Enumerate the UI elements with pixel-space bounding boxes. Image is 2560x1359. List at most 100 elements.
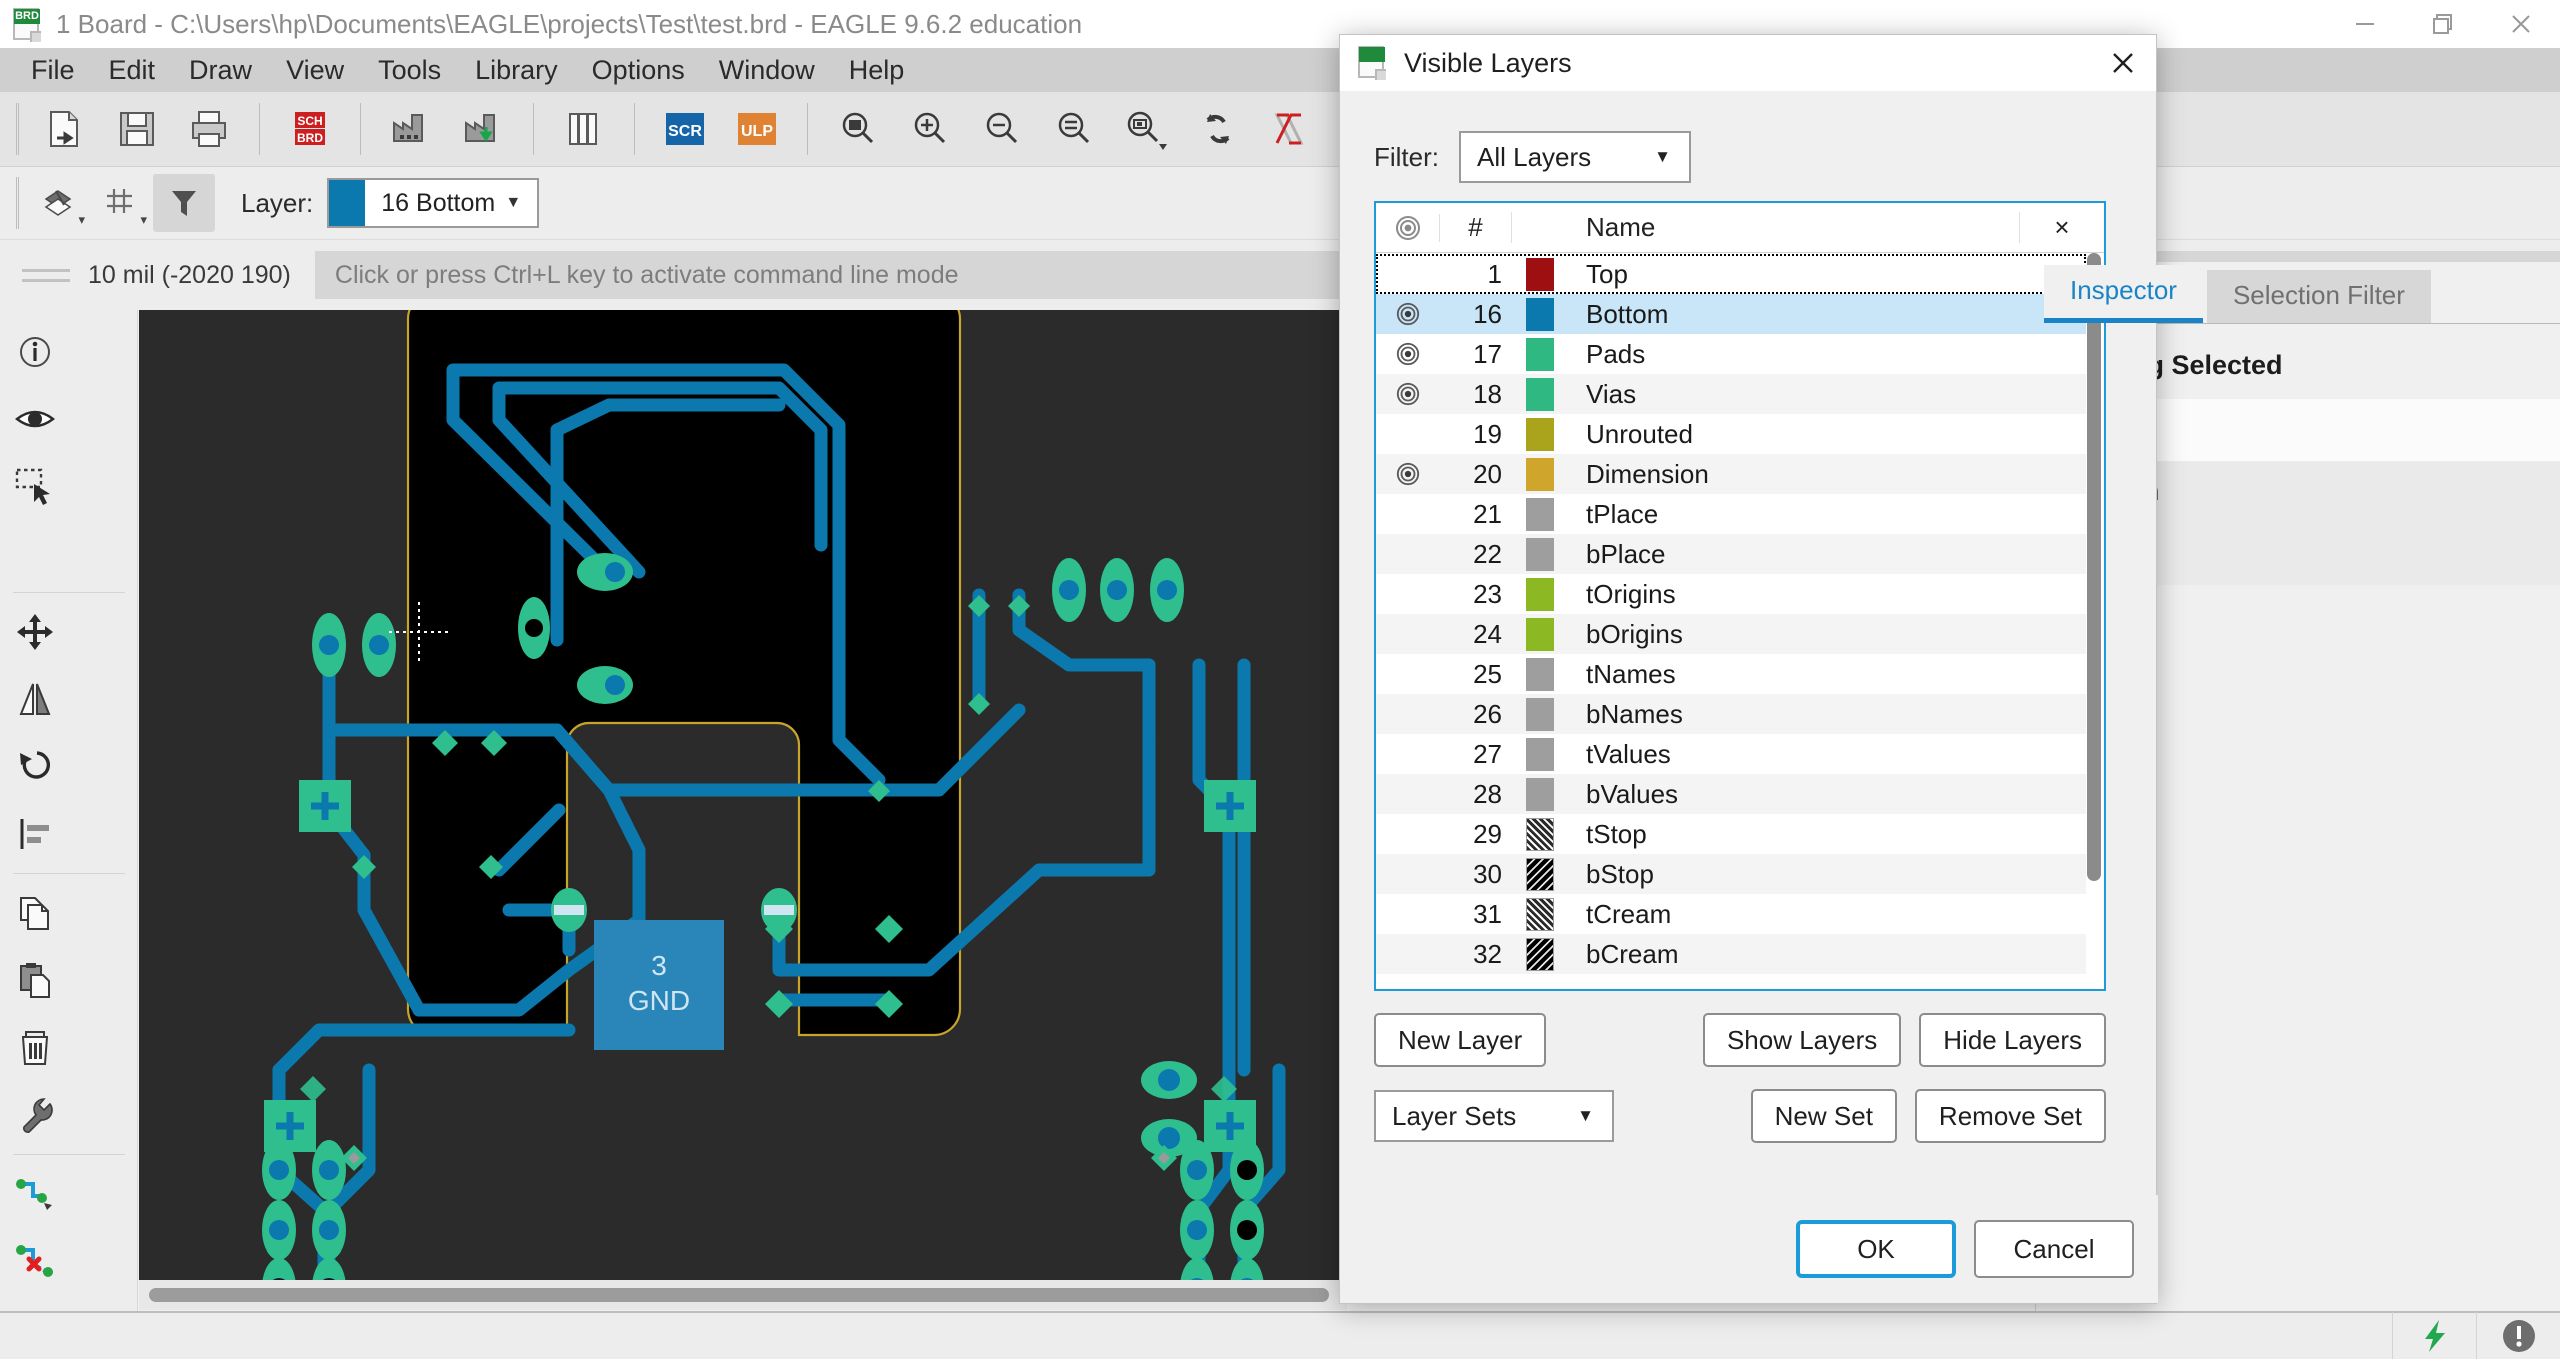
layer-color-swatch[interactable] [1512, 417, 1568, 451]
save-icon[interactable] [101, 96, 173, 162]
redraw-icon[interactable] [1182, 96, 1254, 162]
table-row[interactable]: 16 Bottom [1376, 294, 2086, 334]
zoom-out-icon[interactable] [966, 96, 1038, 162]
table-row[interactable]: 31 tCream [1376, 894, 2086, 934]
manufacturing-download-icon[interactable] [447, 96, 519, 162]
zoom-fit-icon[interactable] [822, 96, 894, 162]
route-icon[interactable] [0, 1161, 69, 1228]
table-row[interactable]: 20 Dimension [1376, 454, 2086, 494]
cam-processor-icon[interactable] [375, 96, 447, 162]
cancel-button[interactable]: Cancel [1974, 1220, 2134, 1278]
filter-select[interactable]: All Layers ▼ [1459, 131, 1691, 183]
menu-view[interactable]: View [269, 51, 361, 90]
menu-window[interactable]: Window [702, 51, 832, 90]
layer-color-swatch[interactable] [1512, 937, 1568, 971]
drc-icon[interactable] [1254, 96, 1326, 162]
show-eye-icon[interactable] [0, 385, 69, 452]
change-wrench-icon[interactable] [0, 1081, 69, 1148]
layer-color-swatch[interactable] [1512, 857, 1568, 891]
layer-color-swatch[interactable] [1512, 817, 1568, 851]
show-layers-button[interactable]: Show Layers [1702, 1013, 1902, 1067]
ulp-icon[interactable]: ULP [721, 96, 793, 162]
align-icon[interactable] [0, 800, 69, 867]
remove-set-button[interactable]: Remove Set [1914, 1089, 2106, 1143]
scroll-thumb[interactable] [2087, 253, 2101, 881]
layer-color-swatch[interactable] [1512, 657, 1568, 691]
move-icon[interactable] [0, 599, 69, 666]
restore-button[interactable] [2404, 0, 2482, 48]
new-set-button[interactable]: New Set [1750, 1089, 1897, 1143]
layer-color-swatch[interactable] [1512, 537, 1568, 571]
table-row[interactable]: 21 tPlace [1376, 494, 2086, 534]
layers-list[interactable]: # Name × 1 Top 16 Bottom 17 Pads 18 Vias 19 Unrou… [1374, 201, 2106, 991]
table-row[interactable]: 25 tNames [1376, 654, 2086, 694]
lightning-icon[interactable] [2392, 1312, 2476, 1359]
layer-color-swatch[interactable] [1512, 777, 1568, 811]
table-row[interactable]: 19 Unrouted [1376, 414, 2086, 454]
layer-color-swatch[interactable] [1512, 457, 1568, 491]
ok-button[interactable]: OK [1796, 1220, 1956, 1278]
canvas-horizontal-scrollbar[interactable] [139, 1280, 1347, 1310]
zoom-select-icon[interactable] [1038, 96, 1110, 162]
paste-icon[interactable] [0, 947, 69, 1014]
menu-library[interactable]: Library [458, 51, 575, 90]
board-canvas[interactable]: 3 GND [139, 310, 1347, 1280]
visibility-toggle-icon[interactable] [1376, 341, 1440, 367]
table-row[interactable]: 26 bNames [1376, 694, 2086, 734]
ripup-icon[interactable] [0, 1228, 69, 1295]
layer-color-swatch[interactable] [1512, 257, 1568, 291]
layers-icon[interactable]: ▾ [29, 174, 91, 232]
menu-tools[interactable]: Tools [361, 51, 458, 90]
layer-color-swatch[interactable] [1512, 577, 1568, 611]
layer-color-swatch[interactable] [1512, 617, 1568, 651]
tab-selection-filter[interactable]: Selection Filter [2206, 270, 2431, 323]
script-icon[interactable]: SCR [649, 96, 721, 162]
table-row[interactable]: 30 bStop [1376, 854, 2086, 894]
minimize-button[interactable] [2326, 0, 2404, 48]
layer-color-swatch[interactable] [1512, 497, 1568, 531]
toolbar-grip[interactable] [16, 103, 19, 155]
open-file-icon[interactable] [29, 96, 101, 162]
table-row[interactable]: 29 tStop [1376, 814, 2086, 854]
table-row[interactable]: 28 bValues [1376, 774, 2086, 814]
table-row[interactable]: 18 Vias [1376, 374, 2086, 414]
table-row[interactable]: 32 bCream [1376, 934, 2086, 974]
tab-inspector[interactable]: Inspector [2044, 265, 2203, 323]
menu-edit[interactable]: Edit [92, 51, 173, 90]
layer-color-swatch[interactable] [1512, 697, 1568, 731]
close-button[interactable] [2482, 0, 2560, 48]
marquee-select-icon[interactable] [0, 452, 69, 519]
layer-sets-select[interactable]: Layer Sets ▼ [1374, 1090, 1614, 1142]
visibility-column-header[interactable] [1376, 213, 1440, 242]
menu-file[interactable]: File [14, 51, 92, 90]
visibility-toggle-icon[interactable] [1376, 461, 1440, 487]
delete-icon[interactable] [0, 1014, 69, 1081]
table-row[interactable]: 24 bOrigins [1376, 614, 2086, 654]
table-row[interactable]: 1 Top [1376, 254, 2086, 294]
funnel-icon[interactable] [153, 174, 215, 232]
scroll-thumb[interactable] [149, 1288, 1329, 1302]
zoom-in-icon[interactable] [894, 96, 966, 162]
rotate-icon[interactable] [0, 733, 69, 800]
layer-toolbar-grip[interactable] [16, 177, 19, 229]
library-icon[interactable] [548, 96, 620, 162]
number-column-header[interactable]: # [1440, 212, 1512, 243]
layers-scrollbar[interactable] [2086, 253, 2102, 987]
menu-help[interactable]: Help [832, 51, 922, 90]
info-icon[interactable] [0, 318, 69, 385]
clear-column-header[interactable]: × [2020, 212, 2104, 243]
layer-color-swatch[interactable] [1512, 897, 1568, 931]
new-layer-button[interactable]: New Layer [1374, 1013, 1547, 1067]
hide-layers-button[interactable]: Hide Layers [1919, 1013, 2106, 1067]
print-icon[interactable] [173, 96, 245, 162]
command-bar-grip[interactable] [22, 268, 70, 282]
table-row[interactable]: 17 Pads [1376, 334, 2086, 374]
copy-icon[interactable] [0, 880, 69, 947]
menu-options[interactable]: Options [575, 51, 702, 90]
alert-icon[interactable] [2476, 1312, 2560, 1359]
layer-color-swatch[interactable] [1512, 377, 1568, 411]
grid-icon[interactable]: ▾ [91, 174, 153, 232]
layer-color-swatch[interactable] [1512, 337, 1568, 371]
layer-color-swatch[interactable] [1512, 297, 1568, 331]
close-icon[interactable] [2090, 35, 2156, 91]
